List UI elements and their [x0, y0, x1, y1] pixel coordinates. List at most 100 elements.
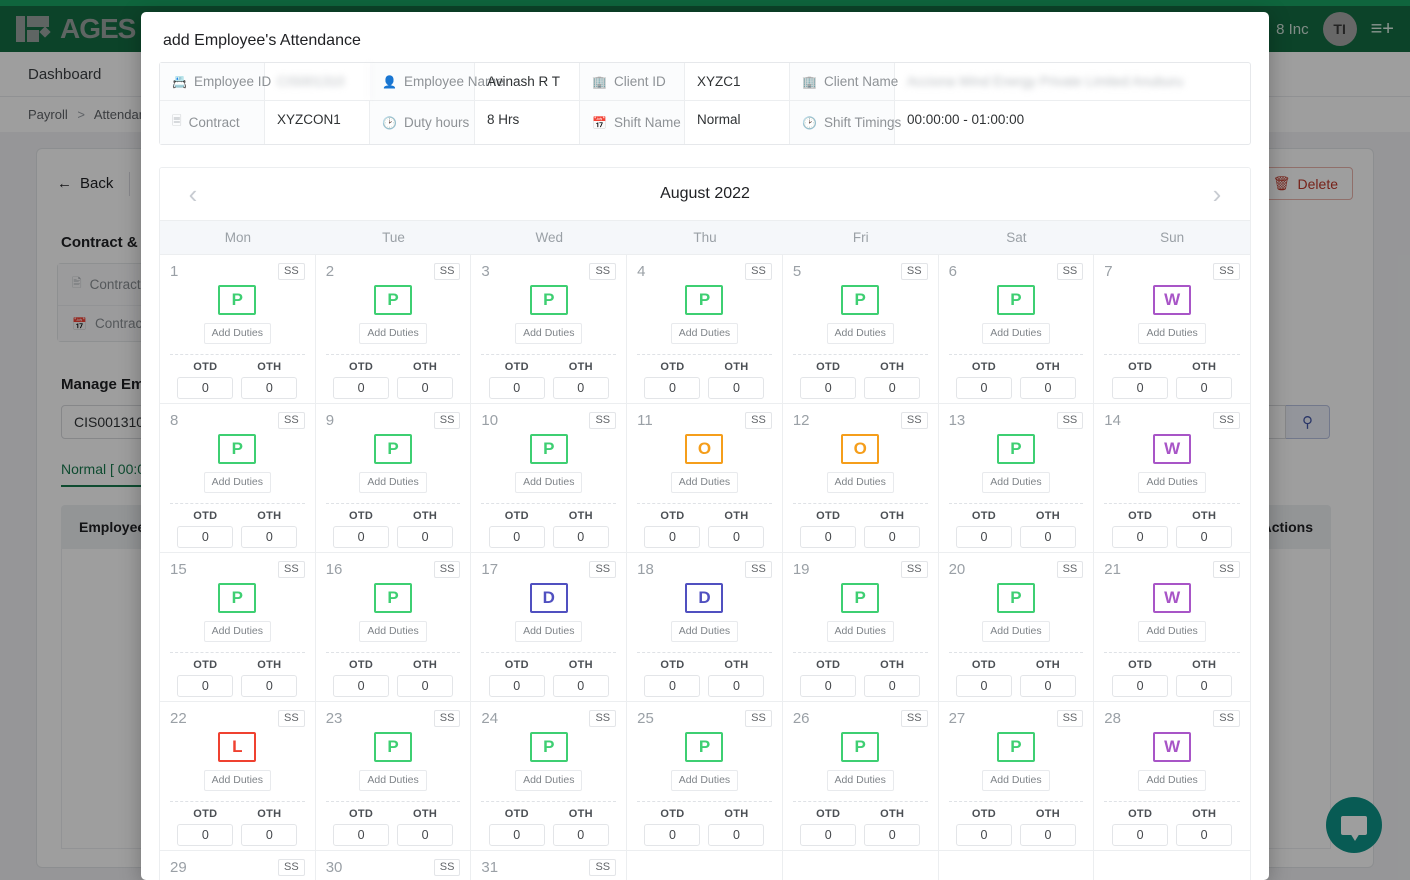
- otd-input[interactable]: 0: [177, 675, 233, 697]
- otd-input[interactable]: 0: [1112, 377, 1168, 399]
- oth-input[interactable]: 0: [241, 675, 297, 697]
- chevron-right-icon[interactable]: ›: [1202, 181, 1232, 207]
- status-badge[interactable]: P: [685, 732, 723, 762]
- shift-badge[interactable]: SS: [1057, 710, 1084, 727]
- otd-input[interactable]: 0: [800, 377, 856, 399]
- oth-input[interactable]: 0: [397, 824, 453, 846]
- calendar-day-cell[interactable]: 4SSPAdd DutiesOTD0OTH0: [627, 255, 783, 404]
- chevron-left-icon[interactable]: ‹: [178, 181, 208, 207]
- shift-badge[interactable]: SS: [278, 859, 305, 876]
- status-badge[interactable]: P: [841, 583, 879, 613]
- status-badge[interactable]: P: [374, 285, 412, 315]
- add-duties-button[interactable]: Add Duties: [671, 472, 738, 493]
- calendar-day-cell[interactable]: 18SSDAdd DutiesOTD0OTH0: [627, 553, 783, 702]
- add-duties-button[interactable]: Add Duties: [515, 323, 582, 344]
- add-duties-button[interactable]: Add Duties: [1138, 770, 1205, 791]
- shift-badge[interactable]: SS: [1213, 561, 1240, 578]
- calendar-day-cell[interactable]: 29SSPAdd DutiesOTD0OTH0: [160, 851, 316, 880]
- oth-input[interactable]: 0: [864, 377, 920, 399]
- shift-badge[interactable]: SS: [589, 561, 616, 578]
- add-duties-button[interactable]: Add Duties: [827, 323, 894, 344]
- add-duties-button[interactable]: Add Duties: [204, 621, 271, 642]
- calendar-day-cell[interactable]: 31SSPAdd DutiesOTD0OTH0: [471, 851, 627, 880]
- status-badge[interactable]: D: [685, 583, 723, 613]
- oth-input[interactable]: 0: [553, 675, 609, 697]
- otd-input[interactable]: 0: [800, 824, 856, 846]
- add-duties-button[interactable]: Add Duties: [515, 472, 582, 493]
- oth-input[interactable]: 0: [553, 377, 609, 399]
- add-duties-button[interactable]: Add Duties: [827, 770, 894, 791]
- calendar-day-cell[interactable]: 22SSLAdd DutiesOTD0OTH0: [160, 702, 316, 851]
- otd-input[interactable]: 0: [956, 824, 1012, 846]
- add-duties-button[interactable]: Add Duties: [515, 621, 582, 642]
- oth-input[interactable]: 0: [1020, 526, 1076, 548]
- status-badge[interactable]: W: [1153, 285, 1191, 315]
- status-badge[interactable]: P: [530, 285, 568, 315]
- otd-input[interactable]: 0: [644, 377, 700, 399]
- status-badge[interactable]: W: [1153, 583, 1191, 613]
- shift-badge[interactable]: SS: [278, 561, 305, 578]
- otd-input[interactable]: 0: [489, 526, 545, 548]
- otd-input[interactable]: 0: [800, 526, 856, 548]
- shift-badge[interactable]: SS: [589, 859, 616, 876]
- add-duties-button[interactable]: Add Duties: [982, 770, 1049, 791]
- calendar-day-cell[interactable]: 10SSPAdd DutiesOTD0OTH0: [471, 404, 627, 553]
- status-badge[interactable]: P: [841, 285, 879, 315]
- oth-input[interactable]: 0: [241, 824, 297, 846]
- status-badge[interactable]: P: [374, 434, 412, 464]
- add-duties-button[interactable]: Add Duties: [1138, 621, 1205, 642]
- oth-input[interactable]: 0: [1020, 377, 1076, 399]
- shift-badge[interactable]: SS: [589, 710, 616, 727]
- shift-badge[interactable]: SS: [434, 859, 461, 876]
- calendar-day-cell[interactable]: 28SSWAdd DutiesOTD0OTH0: [1094, 702, 1250, 851]
- add-duties-button[interactable]: Add Duties: [515, 770, 582, 791]
- otd-input[interactable]: 0: [177, 377, 233, 399]
- otd-input[interactable]: 0: [333, 526, 389, 548]
- oth-input[interactable]: 0: [708, 377, 764, 399]
- shift-badge[interactable]: SS: [901, 561, 928, 578]
- shift-badge[interactable]: SS: [901, 263, 928, 280]
- status-badge[interactable]: L: [218, 732, 256, 762]
- oth-input[interactable]: 0: [864, 526, 920, 548]
- status-badge[interactable]: P: [530, 434, 568, 464]
- otd-input[interactable]: 0: [1112, 824, 1168, 846]
- add-duties-button[interactable]: Add Duties: [827, 621, 894, 642]
- otd-input[interactable]: 0: [489, 675, 545, 697]
- otd-input[interactable]: 0: [956, 526, 1012, 548]
- otd-input[interactable]: 0: [1112, 526, 1168, 548]
- add-duties-button[interactable]: Add Duties: [359, 472, 426, 493]
- status-badge[interactable]: P: [685, 285, 723, 315]
- add-duties-button[interactable]: Add Duties: [359, 323, 426, 344]
- otd-input[interactable]: 0: [177, 824, 233, 846]
- shift-badge[interactable]: SS: [278, 263, 305, 280]
- calendar-day-cell[interactable]: 12SSOAdd DutiesOTD0OTH0: [783, 404, 939, 553]
- status-badge[interactable]: P: [997, 285, 1035, 315]
- add-duties-button[interactable]: Add Duties: [671, 323, 738, 344]
- status-badge[interactable]: O: [685, 434, 723, 464]
- calendar-day-cell[interactable]: 14SSWAdd DutiesOTD0OTH0: [1094, 404, 1250, 553]
- status-badge[interactable]: D: [530, 583, 568, 613]
- oth-input[interactable]: 0: [1176, 824, 1232, 846]
- calendar-day-cell[interactable]: 16SSPAdd DutiesOTD0OTH0: [316, 553, 472, 702]
- oth-input[interactable]: 0: [1020, 824, 1076, 846]
- status-badge[interactable]: P: [530, 732, 568, 762]
- otd-input[interactable]: 0: [956, 675, 1012, 697]
- oth-input[interactable]: 0: [1020, 675, 1076, 697]
- otd-input[interactable]: 0: [644, 675, 700, 697]
- shift-badge[interactable]: SS: [434, 263, 461, 280]
- status-badge[interactable]: W: [1153, 434, 1191, 464]
- status-badge[interactable]: P: [374, 583, 412, 613]
- calendar-day-cell[interactable]: 1SSPAdd DutiesOTD0OTH0: [160, 255, 316, 404]
- add-duties-button[interactable]: Add Duties: [1138, 472, 1205, 493]
- oth-input[interactable]: 0: [1176, 377, 1232, 399]
- otd-input[interactable]: 0: [177, 526, 233, 548]
- calendar-day-cell[interactable]: 19SSPAdd DutiesOTD0OTH0: [783, 553, 939, 702]
- oth-input[interactable]: 0: [397, 526, 453, 548]
- shift-badge[interactable]: SS: [589, 412, 616, 429]
- otd-input[interactable]: 0: [489, 377, 545, 399]
- add-duties-button[interactable]: Add Duties: [204, 770, 271, 791]
- calendar-day-cell[interactable]: 3SSPAdd DutiesOTD0OTH0: [471, 255, 627, 404]
- status-badge[interactable]: P: [841, 732, 879, 762]
- oth-input[interactable]: 0: [553, 824, 609, 846]
- oth-input[interactable]: 0: [708, 526, 764, 548]
